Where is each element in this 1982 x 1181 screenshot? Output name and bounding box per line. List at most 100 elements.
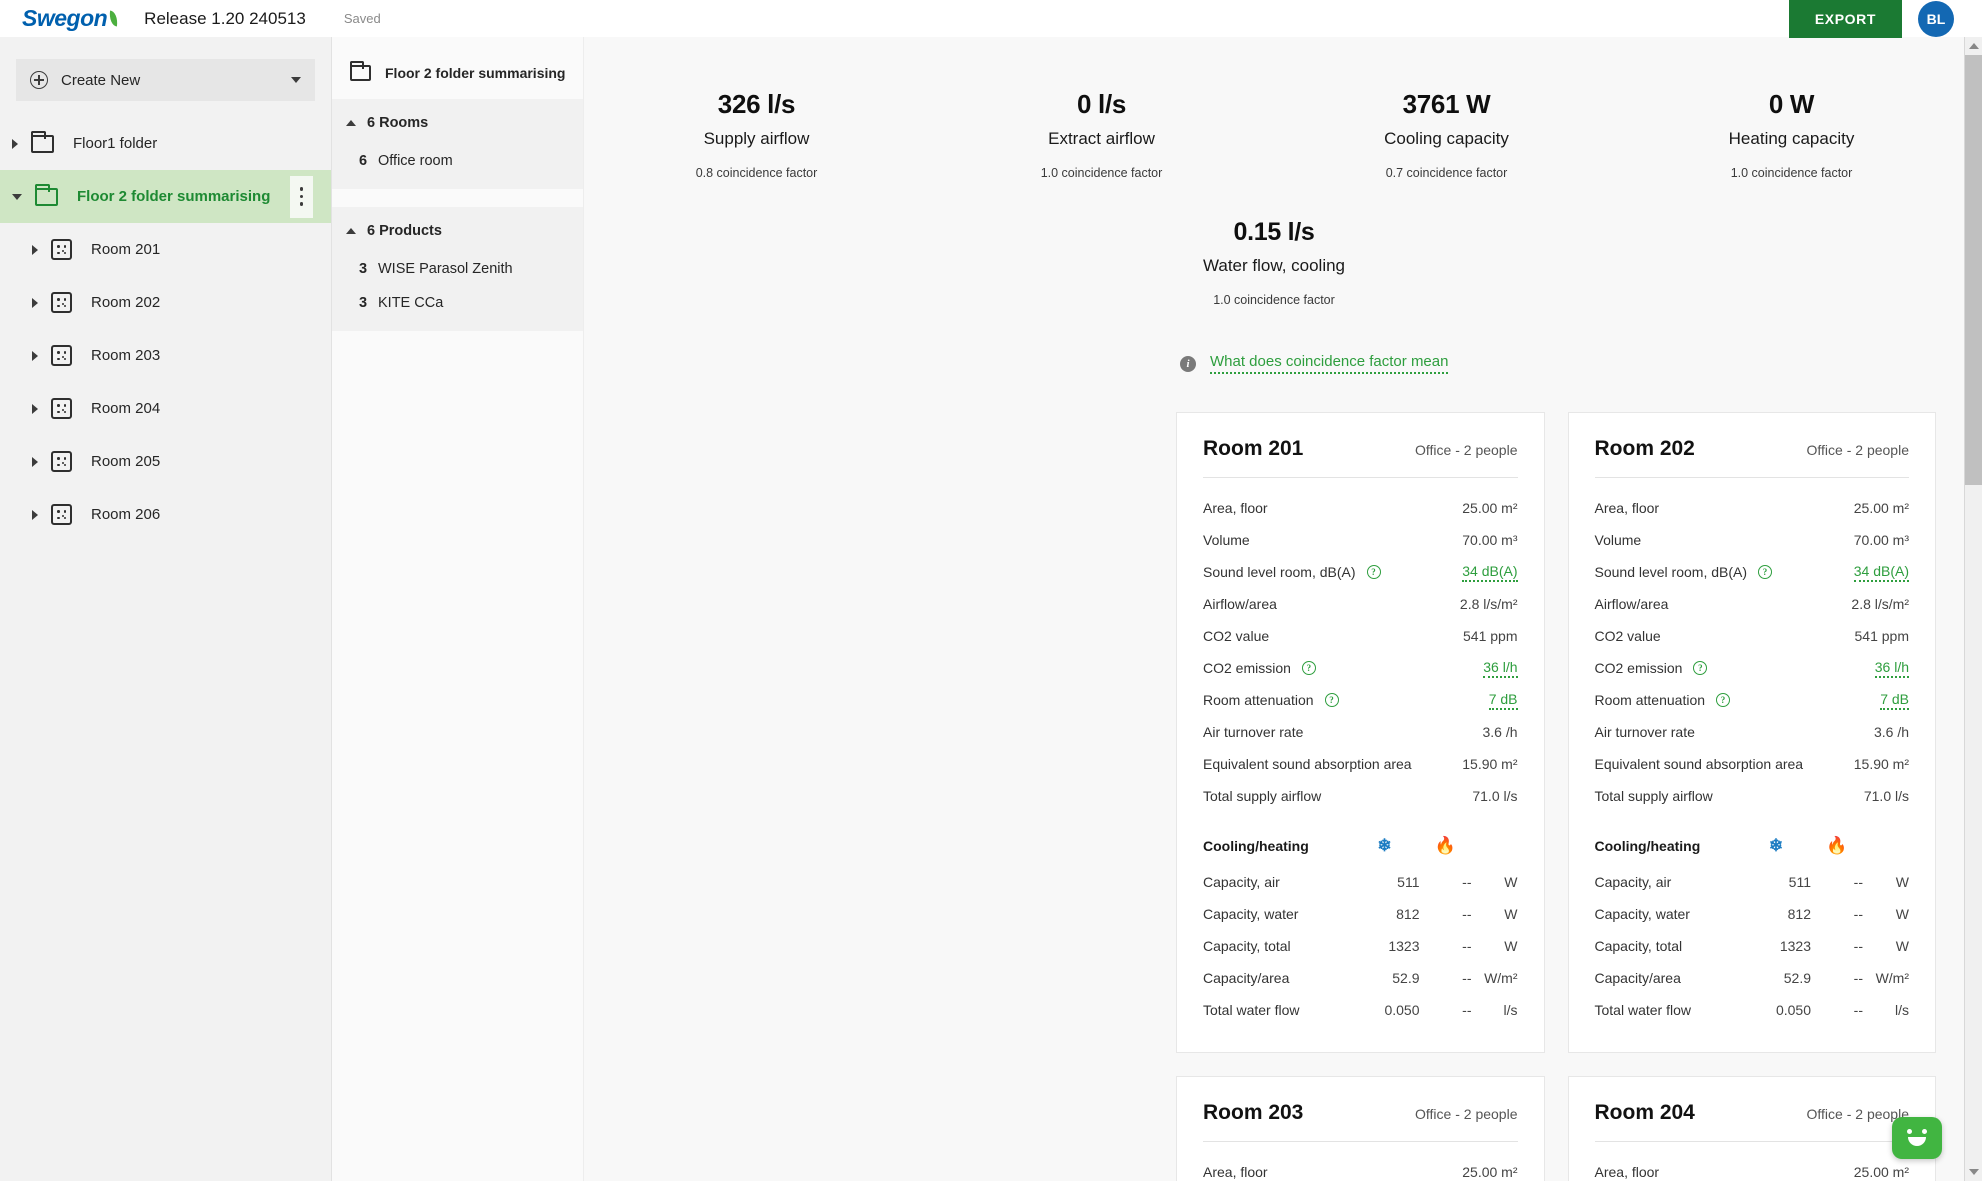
row-absorption-area: Equivalent sound absorption area 15.90 m…	[1595, 748, 1910, 780]
row-air-turnover: Air turnover rate 3.6 /h	[1203, 716, 1518, 748]
kpi-sub: 1.0 coincidence factor	[1730, 166, 1853, 180]
coincidence-factor-link[interactable]: What does coincidence factor mean	[1210, 353, 1449, 374]
vertical-scrollbar[interactable]	[1964, 37, 1982, 1181]
chevron-right-icon[interactable]	[32, 456, 38, 467]
cooling-value: 812	[1787, 906, 1811, 922]
kpi-cooling-capacity: 3761 W Cooling capacity 0.7 coincidence …	[1274, 89, 1619, 180]
avatar[interactable]: BL	[1918, 0, 1954, 37]
swegon-logo[interactable]: Swegon	[22, 5, 120, 32]
row-label: Capacity, air	[1203, 874, 1280, 890]
kpi-value: 0 l/s	[1076, 89, 1127, 119]
chevron-down-icon[interactable]	[12, 193, 22, 200]
chevron-right-icon[interactable]	[32, 403, 38, 414]
info-icon[interactable]: ?	[1716, 693, 1731, 707]
unit: W/m²	[1875, 970, 1909, 986]
sidebar-item-room-203[interactable]: Room 203	[0, 329, 331, 382]
row-label: Airflow/area	[1203, 596, 1277, 612]
export-button[interactable]: EXPORT	[1788, 0, 1902, 38]
sidebar-item-label: Floor 2 folder summarising	[77, 188, 271, 205]
kpi-value: 0 W	[1768, 89, 1815, 119]
more-options-icon[interactable]	[290, 175, 313, 218]
row-value[interactable]: 36 l/h	[1483, 659, 1518, 678]
chevron-right-icon[interactable]	[32, 297, 38, 308]
row-value[interactable]: 7 dB	[1488, 691, 1518, 710]
logo-text: Swegon	[22, 5, 108, 31]
row-label: CO2 emission	[1203, 660, 1291, 676]
folder-icon	[35, 183, 58, 206]
chevron-up-icon[interactable]	[346, 120, 356, 126]
cooling-value: 1323	[1388, 938, 1420, 954]
chat-widget-button[interactable]	[1892, 1117, 1942, 1159]
row-label: Air turnover rate	[1203, 724, 1304, 740]
row-co2-value: CO2 value 541 ppm	[1203, 620, 1518, 652]
chevron-right-icon[interactable]	[32, 509, 38, 520]
kpi-label: Supply airflow	[703, 129, 810, 148]
row-label: Equivalent sound absorption area	[1594, 756, 1804, 772]
row-total-water-flow: Total water flow 0.050 -- l/s	[1203, 994, 1518, 1026]
chevron-right-icon[interactable]	[12, 138, 18, 149]
row-value: 541 ppm	[1463, 628, 1518, 644]
row-capacity-area: Capacity/area 52.9 -- W/m²	[1595, 962, 1910, 994]
row-value[interactable]: 34 dB(A)	[1853, 563, 1909, 582]
flame-icon: 🔥	[1826, 836, 1848, 855]
divider	[1594, 477, 1909, 478]
plus-circle-icon	[30, 71, 48, 89]
row-value: 71.0 l/s	[1863, 788, 1909, 804]
row-capacity-total: Capacity, total 1323 -- W	[1203, 930, 1518, 962]
row-room-attenuation: Room attenuation ? 7 dB	[1595, 684, 1909, 716]
kpi-value: 3761 W	[1402, 89, 1491, 119]
scrollbar-thumb[interactable]	[1965, 55, 1982, 485]
room-card-203: Room 203 Office - 2 people Area, floor 2…	[1176, 1076, 1545, 1181]
kpi-heating-capacity: 0 W Heating capacity 1.0 coincidence fac…	[1619, 89, 1964, 180]
sidebar-item-room-201[interactable]: Room 201	[0, 223, 331, 276]
row-area-floor: Area, floor 25.00 m²	[1595, 492, 1910, 524]
kpi-label: Extract airflow	[1048, 129, 1155, 148]
rooms-summary-header[interactable]: 6 Rooms	[332, 115, 583, 131]
row-value[interactable]: 7 dB	[1880, 691, 1909, 710]
row-capacity-water: Capacity, water 812 -- W	[1203, 898, 1518, 930]
smiley-icon	[1904, 1129, 1930, 1147]
chevron-right-icon[interactable]	[32, 350, 38, 361]
row-value[interactable]: 36 l/h	[1874, 659, 1909, 678]
info-icon[interactable]: ?	[1301, 661, 1316, 675]
create-new-button[interactable]: Create New	[16, 59, 315, 101]
row-capacity-air: Capacity, air 511 -- W	[1203, 866, 1518, 898]
row-label: Total water flow	[1594, 1002, 1691, 1018]
card-meta: Office - 2 people	[1415, 1106, 1518, 1122]
sidebar-item-floor2-folder[interactable]: Floor 2 folder summarising	[0, 170, 331, 223]
sidebar-item-floor1-folder[interactable]: Floor1 folder	[0, 117, 331, 170]
sidebar-item-room-204[interactable]: Room 204	[0, 382, 331, 435]
row-label: Area, floor	[1203, 1164, 1268, 1180]
info-icon[interactable]: ?	[1324, 693, 1339, 707]
card-title: Room 202	[1594, 437, 1695, 460]
info-icon[interactable]: ?	[1758, 565, 1773, 579]
row-label: Volume	[1594, 532, 1642, 548]
scroll-up-button[interactable]	[1965, 37, 1982, 55]
app-body: Create New Floor1 folder Floor 2 folder …	[0, 37, 1982, 1181]
info-icon[interactable]: ?	[1366, 565, 1381, 579]
sidebar-item-room-202[interactable]: Room 202	[0, 276, 331, 329]
room-icon	[51, 345, 72, 366]
room-icon	[51, 292, 72, 313]
folder-icon	[350, 61, 371, 81]
scroll-down-button[interactable]	[1965, 1163, 1982, 1181]
sidebar-item-room-205[interactable]: Room 205	[0, 435, 331, 488]
divider	[1594, 1141, 1909, 1142]
chevron-up-icon[interactable]	[346, 228, 356, 234]
products-summary-header[interactable]: 6 Products	[332, 223, 583, 239]
info-icon[interactable]: ?	[1693, 661, 1708, 675]
chevron-down-icon[interactable]	[291, 77, 301, 83]
cooling-heating-label: Cooling/heating	[1203, 838, 1309, 854]
cooling-value: 511	[1397, 874, 1420, 890]
chevron-right-icon[interactable]	[32, 244, 38, 255]
item-name: KITE CCa	[378, 295, 444, 311]
kpi-sub: 1.0 coincidence factor	[1040, 166, 1163, 180]
products-summary-block: 6 Products 3 WISE Parasol Zenith 3 KITE …	[332, 207, 583, 331]
row-value[interactable]: 34 dB(A)	[1462, 563, 1518, 582]
info-icon: i	[1180, 355, 1196, 372]
row-area-floor: Area, floor 25.00 m²	[1203, 1156, 1518, 1181]
row-label: Total supply airflow	[1203, 788, 1322, 804]
sidebar-item-room-206[interactable]: Room 206	[0, 488, 331, 541]
unit-spacer	[1863, 836, 1909, 856]
row-label: Area, floor	[1203, 500, 1268, 516]
